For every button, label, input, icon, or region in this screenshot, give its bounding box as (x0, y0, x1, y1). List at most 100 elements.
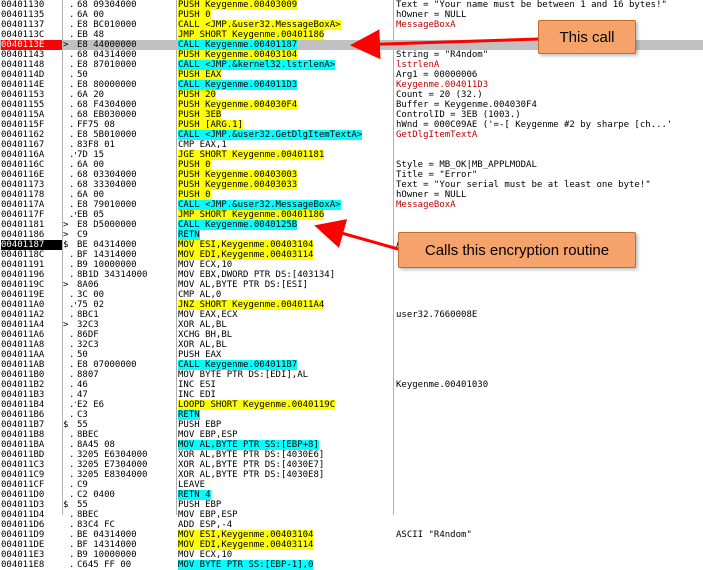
hex-cell: E8 07000000 (77, 360, 137, 370)
disasm-row[interactable]: 004011B7 $55 PUSH EBP (0, 420, 703, 430)
asm-cell: PUSH 0 (178, 190, 392, 200)
address-cell: 004011E8 (1, 560, 45, 570)
disasm-row[interactable]: 004011E8. C645 FF 00 MOV BYTE PTR SS:[EBP-… (0, 560, 703, 570)
disasm-row[interactable]: 004011B4 .^E2 E6 LOOPD SHORT Keygenme.0040… (0, 400, 703, 410)
address-cell: 004011DE (1, 540, 45, 550)
gutter-cell: . (69, 180, 75, 190)
disasm-row[interactable]: 004011B3. 47 INC EDI (0, 390, 703, 400)
disasm-row[interactable]: 0040114D. 50 PUSH EAX Arg1 = 00000006 (0, 70, 703, 80)
hex-cell: 3205 E6304000 (77, 450, 148, 460)
disasm-row[interactable]: 004011BA. 8A45 08 MOV AL,BYTE PTR SS:[EBP+… (0, 440, 703, 450)
disasm-row[interactable]: 004011A6. 86DF XCHG BH,BL (0, 330, 703, 340)
hex-cell: E2 E6 (77, 400, 105, 410)
hex-cell: 8A06 (77, 280, 99, 290)
disasm-row[interactable]: 0040116E. 68 03304000 PUSH Keygenme.004030… (0, 170, 703, 180)
address-cell: 004011E3 (1, 550, 45, 560)
gutter-cell: . (69, 390, 75, 400)
disasm-row[interactable]: 004011D0. C2 0400 RETN 4 (0, 490, 703, 500)
disasm-row[interactable]: 004011D3 $55 PUSH EBP (0, 500, 703, 510)
asm-cell: MOV AL,BYTE PTR DS:[ESI] (178, 280, 309, 290)
hex-cell: C3 (77, 410, 88, 420)
disasm-row[interactable]: 00401130. 68 09304000 PUSH Keygenme.004030… (0, 0, 703, 10)
callout-this-call-text: This call (559, 28, 615, 46)
gutter-cell: .v (69, 210, 76, 220)
disasm-row[interactable]: 0040117A. E8 79010000 CALL <JMP.&user32.Me… (0, 200, 703, 210)
address-cell: 0040117A (1, 200, 45, 210)
disasm-row[interactable]: 00401162. E8 5B010000 CALL <JMP.&user32.Ge… (0, 130, 703, 140)
comment-cell (396, 500, 703, 510)
disasm-row[interactable]: 004011B2. 46 INC ESI Keygenme.00401030 (0, 380, 703, 390)
disasm-row[interactable]: 00401173. 68 33304000 PUSH Keygenme.004030… (0, 180, 703, 190)
gutter-cell: . (69, 80, 75, 90)
disasm-row[interactable]: 00401167. 83F8 01 CMP EAX,1 (0, 140, 703, 150)
disasm-row[interactable]: 004011C3. 3205 E7304000 XOR AL,BYTE PTR DS… (0, 460, 703, 470)
disasm-row[interactable]: 004011D4. 8BEC MOV EBP,ESP (0, 510, 703, 520)
disasm-row[interactable]: 00401178. 6A 00 PUSH 0 hOwner = NULL (0, 190, 703, 200)
disasm-row[interactable]: 00401196. 8B1D 34314000 MOV EBX,DWORD PTR … (0, 270, 703, 280)
hex-cell: 55 (77, 500, 88, 510)
comment-cell (396, 290, 703, 300)
hex-cell: E8 5B010000 (77, 130, 137, 140)
disasm-row[interactable]: 0040115A. 68 EB030000 PUSH 3EB ControlID = … (0, 110, 703, 120)
asm-cell: INC EDI (178, 390, 216, 400)
comment-cell: Arg1 = 00000006 (396, 70, 478, 80)
disasm-row[interactable]: 0040116A .v7D 15 JGE SHORT Keygenme.004011… (0, 150, 703, 160)
disasm-row[interactable]: 00401181 > E8 D5000000 CALL Keygenme.004012… (0, 220, 703, 230)
address-cell: 004011BA (1, 440, 45, 450)
disasm-row[interactable]: 004011A8. 32C3 XOR AL,BL (0, 340, 703, 350)
disasm-row[interactable]: 0040116C. 6A 00 PUSH 0 Style = MB_OK|MB_APP… (0, 160, 703, 170)
disasm-row[interactable]: 004011E3. B9 10000000 MOV ECX,10 (0, 550, 703, 560)
gutter-cell: . (69, 470, 75, 480)
asm-highlight: LOOPD SHORT Keygenme.0040119C (178, 400, 336, 410)
disasm-row[interactable]: 004011DE. BF 14314000 MOV EDI,Keygenme.004… (0, 540, 703, 550)
address-cell: 0040118C (1, 250, 45, 260)
asm-highlight: PUSH 20 (178, 90, 216, 100)
hex-cell: E8 79010000 (77, 200, 137, 210)
asm-highlight: MOV EDI,Keygenme.00403114 (178, 540, 314, 550)
disasm-row[interactable]: 0040115F. FF75 08 PUSH [ARG.1] hWnd = 000C0… (0, 120, 703, 130)
comment-cell: GetDlgItemTextA (396, 130, 478, 140)
disasm-row[interactable]: 004011CF. C9 LEAVE (0, 480, 703, 490)
disasm-row[interactable]: 004011C9. 3205 E8304000 XOR AL,BYTE PTR DS… (0, 470, 703, 480)
asm-highlight: CALL Keygenme.004011D3 (178, 80, 298, 90)
disasm-row[interactable]: 004011D6. 83C4 FC ADD ESP,-4 (0, 520, 703, 530)
gutter-cell: . (69, 430, 75, 440)
disasm-row[interactable]: 004011A0 .v75 02 JNZ SHORT Keygenme.004011… (0, 300, 703, 310)
disasm-row[interactable]: 004011B8. 8BEC MOV EBP,ESP (0, 430, 703, 440)
asm-cell: LOOPD SHORT Keygenme.0040119C (178, 400, 392, 410)
gutter-cell: . (69, 140, 75, 150)
disasm-row[interactable]: 004011AB. E8 07000000 CALL Keygenme.004011… (0, 360, 703, 370)
hex-cell: B9 10000000 (77, 260, 137, 270)
comment-cell (396, 510, 703, 520)
comment-cell (396, 550, 703, 560)
disasm-row[interactable]: 0040114E. E8 80000000 CALL Keygenme.004011… (0, 80, 703, 90)
disasm-row[interactable]: 00401148. E8 87010000 CALL <JMP.&kernel32.… (0, 60, 703, 70)
disasm-row[interactable]: 004011A4 >32C3 XOR AL,BL (0, 320, 703, 330)
comment-cell (396, 540, 703, 550)
asm-highlight: CALL <JMP.&kernel32.lstrlenA> (178, 60, 336, 70)
gutter-cell: . (69, 520, 75, 530)
disasm-row[interactable]: 004011A2. 8BC1 MOV EAX,ECX user32.7660008E (0, 310, 703, 320)
asm-cell: RETN (178, 230, 392, 240)
hex-cell: EB 05 (77, 210, 105, 220)
address-cell: 0040114E (1, 80, 45, 90)
disasm-row[interactable]: 0040119E. 3C 00 CMP AL,0 (0, 290, 703, 300)
disasm-row[interactable]: 0040117F .vEB 05 JMP SHORT Keygenme.004011… (0, 210, 703, 220)
disasm-row[interactable]: 004011D9. BE 04314000 MOV ESI,Keygenme.004… (0, 530, 703, 540)
comment-cell (396, 140, 703, 150)
disasm-row[interactable]: 00401153. 6A 20 PUSH 20 Count = 20 (32.) (0, 90, 703, 100)
disasm-row[interactable]: 00401155. 68 F4304000 PUSH Keygenme.004030… (0, 100, 703, 110)
gutter-cell: . (69, 20, 75, 30)
gutter-cell: . (69, 50, 75, 60)
address-cell: 004011B6 (1, 410, 45, 420)
disasm-row[interactable]: 004011B0. 8807 MOV BYTE PTR DS:[EDI],AL (0, 370, 703, 380)
disasm-row[interactable]: 004011B6. C3 RETN (0, 410, 703, 420)
comment-cell (396, 220, 703, 230)
hex-cell: E8 80000000 (77, 80, 137, 90)
hex-cell: 68 04314000 (77, 50, 137, 60)
asm-cell: CALL Keygenme.004011D3 (178, 80, 392, 90)
disasm-row[interactable]: 0040119C >8A06 MOV AL,BYTE PTR DS:[ESI] (0, 280, 703, 290)
disasm-row[interactable]: 004011BD. 3205 E6304000 XOR AL,BYTE PTR DS… (0, 450, 703, 460)
disasm-row[interactable]: 004011AA. 50 PUSH EAX (0, 350, 703, 360)
disasm-row[interactable]: 00401135. 6A 00 PUSH 0 hOwner = NULL (0, 10, 703, 20)
